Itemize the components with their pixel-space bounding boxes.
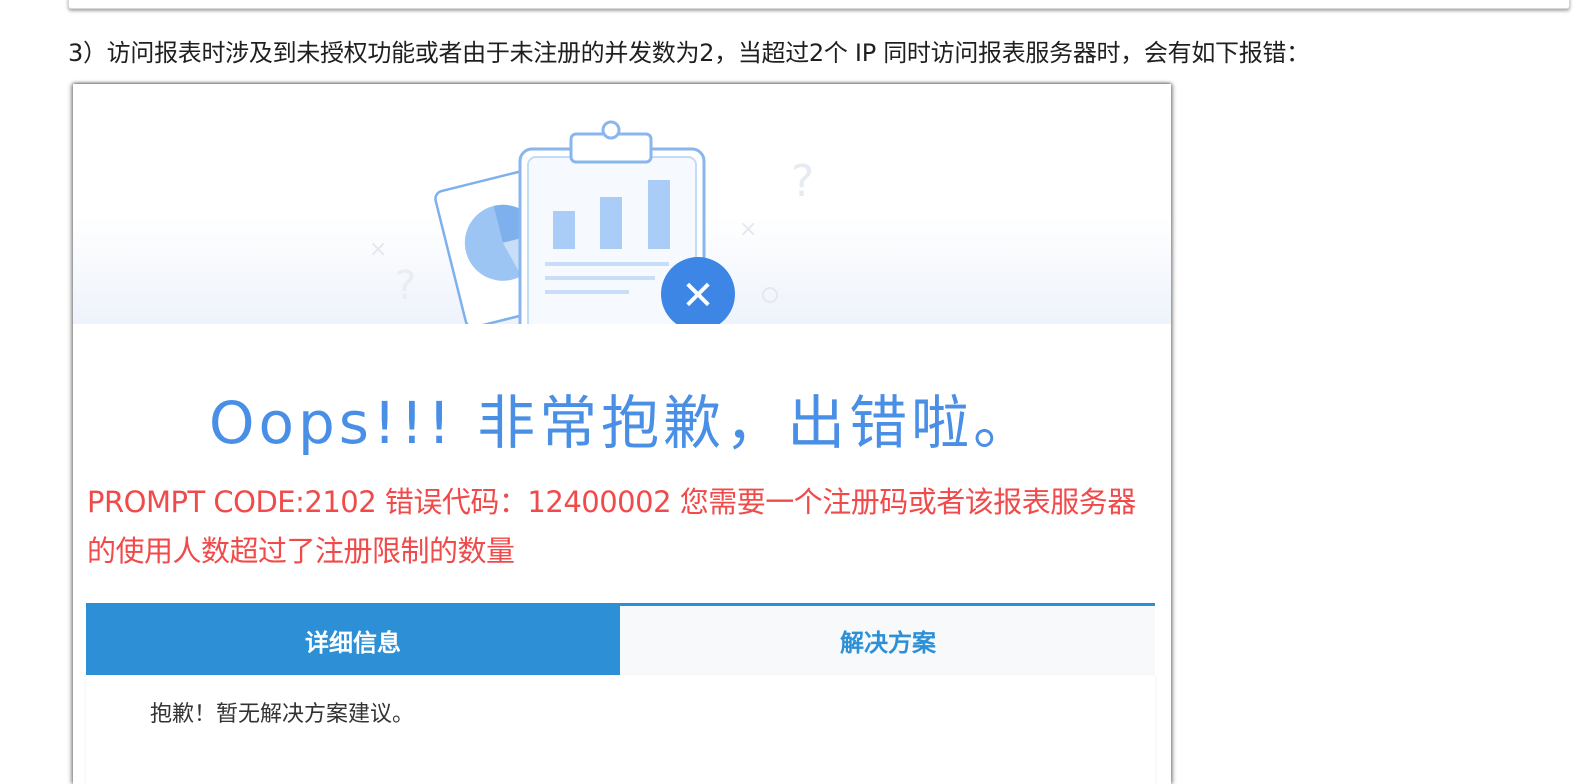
- error-prompt-message: PROMPT CODE:2102 错误代码：12400002 您需要一个注册码或…: [87, 485, 1136, 568]
- tab-details[interactable]: 详细信息: [86, 606, 620, 675]
- intro-paragraph: 3）访问报表时涉及到未授权功能或者由于未注册的并发数为2，当超过2个 IP 同时…: [68, 39, 1310, 67]
- panel-message: 抱歉！暂无解决方案建议。: [150, 702, 415, 727]
- error-illustration: ? ? × × ✕: [73, 84, 1171, 324]
- error-page-screenshot: ? ? × × ✕ Oops!!! 非常抱歉，出错啦。 PROMPT CODE:…: [73, 84, 1171, 784]
- error-headline: Oops!!! 非常抱歉，出错啦。: [208, 389, 1036, 457]
- svg-text:✕: ✕: [681, 273, 715, 319]
- tab-panel: 抱歉！暂无解决方案建议。: [86, 675, 1155, 784]
- tab-solution[interactable]: 解决方案: [621, 606, 1155, 675]
- svg-text:?: ?: [791, 156, 814, 207]
- tab-bar: 详细信息 解决方案: [86, 603, 1155, 678]
- previous-content-block: [68, 0, 1570, 9]
- svg-text:?: ?: [395, 263, 416, 309]
- svg-text:×: ×: [369, 237, 387, 262]
- svg-text:×: ×: [739, 217, 757, 242]
